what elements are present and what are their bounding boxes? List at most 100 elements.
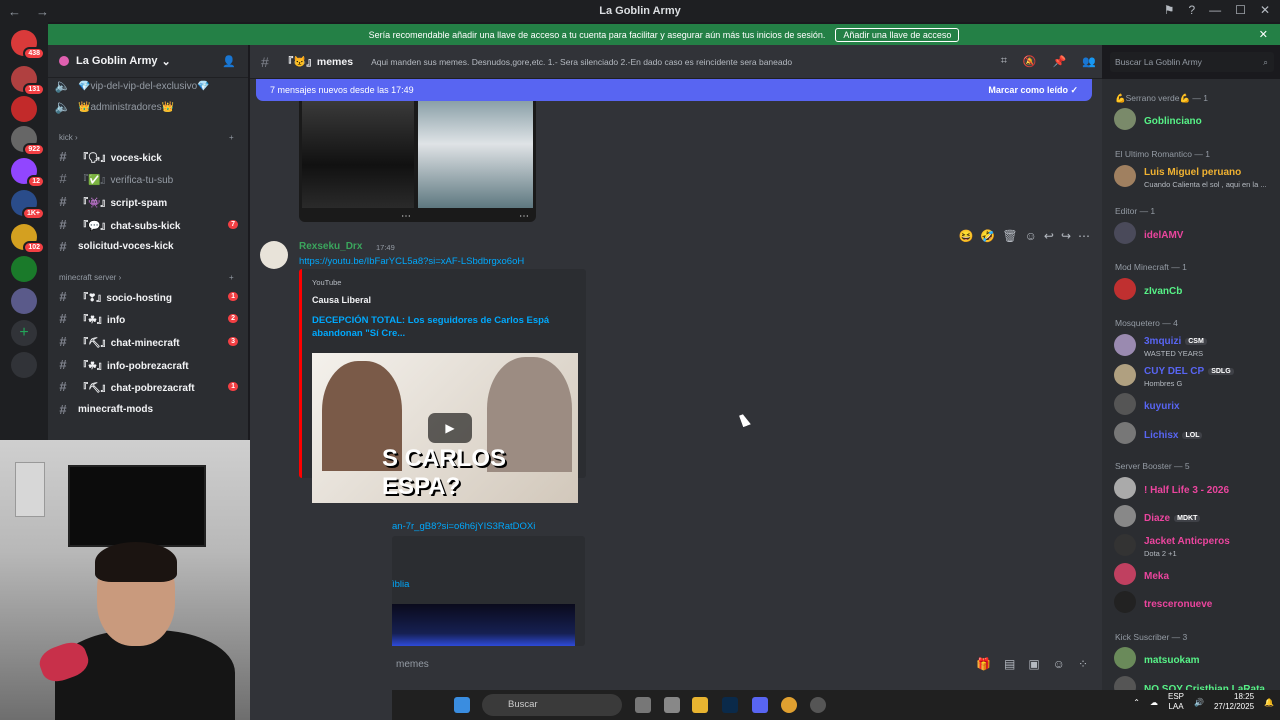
add-user-icon[interactable]: 👤 — [222, 55, 236, 68]
member-item[interactable]: Goblinciano — [1114, 105, 1280, 135]
embed-author[interactable]: Causa Liberal — [312, 295, 371, 305]
message-link[interactable]: https://youtu.be/IbFarYCL5a8?si=xAF-LSbd… — [299, 256, 524, 267]
member-item[interactable]: Luis Miguel peruano Cuando Calienta el so… — [1114, 162, 1280, 192]
start-icon[interactable] — [454, 697, 470, 713]
avatar[interactable] — [260, 241, 288, 269]
member-item[interactable]: CUY DEL CP SDLG Hombres G — [1114, 361, 1280, 391]
server-icon[interactable] — [11, 256, 37, 282]
guild-header[interactable]: La Goblin Army ⌄ 👤 — [48, 45, 248, 78]
member-item[interactable]: kuyurix — [1114, 390, 1280, 420]
message-author[interactable]: Rexseku_Drx — [299, 241, 362, 252]
member-item[interactable]: idelAMV — [1114, 219, 1280, 249]
video-thumbnail[interactable]: ▶ S CARLOS ESPA? — [312, 353, 578, 503]
search-input[interactable]: Buscar La Goblin Army ⌕ — [1110, 52, 1274, 72]
sticker-icon[interactable]: ▣ — [1028, 657, 1039, 671]
video-thumbnail[interactable] — [392, 604, 575, 646]
chevron-up-icon[interactable]: ⌃ — [1133, 698, 1140, 707]
forward-icon[interactable]: ↪ — [1061, 229, 1071, 243]
emoji-icon[interactable]: 🗑 — [1002, 229, 1017, 243]
add-server-icon[interactable]: + — [11, 320, 37, 346]
member-item[interactable]: Lichisx LOL — [1114, 419, 1280, 449]
category-minecraft[interactable]: minecraft server › + — [59, 273, 234, 282]
emoji-icon[interactable]: 😆 — [958, 229, 973, 243]
channel-item[interactable]: # 『💬』chat-subs-kick 7 — [48, 214, 248, 234]
mute-icon[interactable]: 🔕 — [1023, 55, 1037, 68]
channel-admins[interactable]: 🔈 👑administradores👑 — [48, 97, 248, 117]
channel-item[interactable]: # 『❣』socio-hosting 1 — [48, 286, 248, 306]
add-channel-icon[interactable]: + — [229, 273, 234, 282]
apps-icon[interactable]: ⁘ — [1078, 657, 1088, 671]
server-icon[interactable]: 102 — [11, 224, 45, 254]
embed-title[interactable]: DECEPCIÓN TOTAL: Los seguidores de Carlo… — [312, 314, 572, 340]
clock[interactable]: 18:25 27/12/2025 — [1214, 692, 1254, 712]
member-item[interactable]: zIvanCb — [1114, 275, 1280, 305]
taskbar-search[interactable]: Buscar — [482, 694, 622, 716]
add-passkey-button[interactable]: Añadir una llave de acceso — [835, 27, 960, 42]
language-indicator[interactable]: ESP LAA — [1168, 692, 1184, 712]
member-item[interactable]: Diaze MDKT — [1114, 502, 1280, 532]
add-reaction-icon[interactable]: ☺ — [1025, 229, 1037, 243]
channel-topic[interactable]: Aqui manden sus memes. Desnudos,gore,etc… — [371, 57, 792, 67]
channel-item[interactable]: # 『☘』info-pobrezacraft — [48, 354, 248, 374]
member-item[interactable]: matsuokam — [1114, 644, 1280, 674]
channel-vip[interactable]: 🔈 💎vip-del-vip-del-exclusivo💎 — [48, 76, 248, 96]
help-icon[interactable]: ? — [1188, 3, 1195, 17]
mark-read-button[interactable]: Marcar como leído ✓ — [988, 85, 1078, 96]
gift-icon[interactable]: 🎁 — [976, 657, 991, 671]
channel-item[interactable]: # minecraft-mods — [48, 400, 248, 420]
maximize-icon[interactable]: ☐ — [1235, 3, 1246, 17]
inbox-icon[interactable]: ⚑ — [1164, 3, 1175, 17]
network-icon[interactable]: ☁ — [1150, 698, 1158, 707]
member-item[interactable]: tresceronueve — [1114, 588, 1280, 618]
channel-item[interactable]: # 『☘』info 2 — [48, 309, 248, 329]
folder-icon[interactable] — [692, 697, 708, 713]
more-icon[interactable]: ⋯ — [1078, 229, 1090, 243]
add-channel-icon[interactable]: + — [229, 133, 234, 142]
channel-item[interactable]: # 『⛏』chat-pobrezacraft 1 — [48, 377, 248, 397]
notifications-icon[interactable]: 🔔 — [1264, 698, 1274, 707]
taskview-icon[interactable] — [635, 697, 651, 713]
channel-item[interactable]: # solicitud-voces-kick — [48, 237, 248, 257]
photoshop-icon[interactable] — [722, 697, 738, 713]
emoji-icon[interactable]: ☺ — [1053, 657, 1065, 671]
chrome-icon[interactable] — [781, 697, 797, 713]
discord-icon[interactable] — [752, 697, 768, 713]
discover-icon[interactable] — [11, 352, 37, 378]
member-item[interactable]: 3mquizi CSM WASTED YEARS — [1114, 331, 1280, 361]
channel-item[interactable]: # 『⛏』chat-minecraft 3 — [48, 331, 248, 351]
member-item[interactable]: Meka — [1114, 560, 1280, 590]
new-messages-bar[interactable]: 7 mensajes nuevos desde las 17:49 Marcar… — [256, 79, 1092, 101]
close-icon[interactable]: ✕ — [1260, 3, 1270, 17]
server-icon[interactable]: 922 — [11, 126, 45, 156]
gif-icon[interactable]: ▤ — [1004, 657, 1015, 671]
server-icon[interactable] — [11, 288, 37, 314]
members-icon[interactable]: 👥 — [1082, 55, 1096, 68]
minimize-icon[interactable]: — — [1209, 3, 1221, 17]
volume-icon[interactable]: 🔊 — [1194, 698, 1204, 707]
more-icon[interactable]: ⋯ — [519, 211, 529, 222]
message-composer[interactable]: memes 🎁 ▤ ▣ ☺ ⁘ — [392, 650, 1102, 678]
threads-icon[interactable]: ⌗ — [1001, 55, 1007, 68]
category-kick[interactable]: kick › + — [59, 133, 234, 142]
emoji-icon[interactable]: 🤣 — [980, 229, 995, 243]
server-icon[interactable] — [11, 96, 37, 122]
app-icon[interactable] — [664, 697, 680, 713]
app-icon[interactable] — [810, 697, 826, 713]
server-icon[interactable]: 131 — [11, 66, 45, 96]
play-icon[interactable]: ▶ — [428, 413, 472, 443]
pin-icon[interactable]: 📌 — [1053, 55, 1067, 68]
banner-close-icon[interactable]: ✕ — [1259, 28, 1268, 41]
channel-item[interactable]: # 『🗣』voces-kick — [48, 146, 248, 166]
image-attachment[interactable] — [302, 101, 414, 208]
reply-icon[interactable]: ↩ — [1044, 229, 1054, 243]
channel-item[interactable]: # 『👾』script-spam — [48, 191, 248, 211]
server-icon[interactable]: 438 — [11, 30, 45, 60]
server-icon[interactable]: 1K+ — [11, 190, 45, 220]
message-link[interactable]: an-7r_gB8?si=o6h6jYIS3RatDOXi — [392, 521, 535, 532]
more-icon[interactable]: ⋯ — [401, 211, 411, 222]
member-item[interactable]: ! Half Life 3 - 2026 — [1114, 474, 1280, 504]
image-attachment[interactable] — [418, 101, 533, 208]
channel-item[interactable]: # 『✅』verifica-tu-sub — [48, 169, 248, 189]
server-icon[interactable]: 12 — [11, 158, 45, 188]
embed-title[interactable]: ìblia — [392, 579, 409, 590]
